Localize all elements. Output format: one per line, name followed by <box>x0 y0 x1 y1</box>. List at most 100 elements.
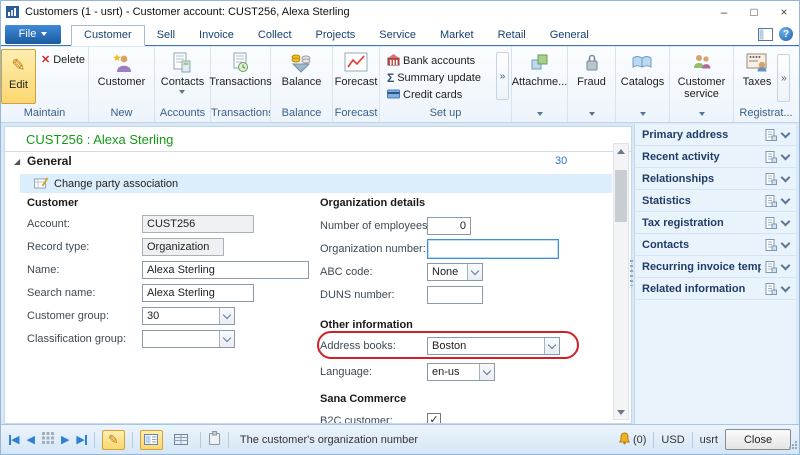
scroll-up-button[interactable] <box>614 144 628 158</box>
fraud-button[interactable]: Fraud <box>575 49 608 90</box>
chevron-down-icon[interactable] <box>781 260 791 270</box>
group-label-transactions: Transactions <box>211 106 270 122</box>
name-field[interactable]: Alexa Sterling <box>142 261 309 279</box>
combo-dropdown-button[interactable] <box>219 308 234 324</box>
grid-view-button[interactable] <box>170 430 193 450</box>
general-section-title[interactable]: General <box>27 154 72 168</box>
minimize-button[interactable]: – <box>709 1 739 23</box>
file-menu-button[interactable]: File <box>5 25 61 44</box>
chevron-down-icon[interactable] <box>781 194 791 204</box>
notifications-button[interactable]: (0) <box>618 432 646 448</box>
bell-icon <box>618 432 631 448</box>
duns-number-field[interactable] <box>427 286 483 304</box>
close-button[interactable]: Close <box>725 429 791 450</box>
section-expander-icon[interactable]: ◢ <box>14 157 20 166</box>
factbox-relationships[interactable]: Relationships <box>635 168 796 190</box>
chevron-down-icon[interactable] <box>781 216 791 226</box>
previous-record-button[interactable]: ◀ <box>26 433 34 446</box>
balance-button[interactable]: Balance <box>280 49 324 90</box>
help-icon[interactable]: ? <box>779 27 793 41</box>
registration-overflow-button[interactable]: » <box>777 54 790 102</box>
address-books-combobox[interactable]: Boston <box>427 337 560 355</box>
currency-indicator[interactable]: USD <box>661 434 684 446</box>
factbox-tax-registration[interactable]: Tax registration <box>635 212 796 234</box>
catalogs-label: Catalogs <box>621 76 664 88</box>
combo-dropdown-button[interactable] <box>544 338 559 354</box>
resize-grip[interactable] <box>789 441 798 453</box>
tab-collect[interactable]: Collect <box>246 26 304 45</box>
chevron-down-icon[interactable] <box>781 238 791 248</box>
combo-dropdown-button[interactable] <box>219 331 234 347</box>
change-party-association-button[interactable]: Change party association <box>20 174 612 193</box>
employees-field[interactable]: 0 <box>427 217 471 235</box>
b2c-customer-checkbox[interactable]: ✓ <box>427 413 441 424</box>
taxes-label: Taxes <box>743 76 772 88</box>
contacts-button[interactable]: Contacts <box>159 49 206 96</box>
tab-invoice[interactable]: Invoice <box>187 26 246 45</box>
summary-update-button[interactable]: Σ Summary update <box>384 70 484 87</box>
arrow-left-icon: ◀ <box>26 433 34 446</box>
ribbon: ✎ Edit ✕ Delete Maintain Customer Ne <box>1 47 799 123</box>
factbox-recurring-invoice-templates[interactable]: Recurring invoice templ... <box>635 256 796 278</box>
language-combobox[interactable]: en-us <box>427 363 495 381</box>
factbox-related-information[interactable]: Related information <box>635 278 796 300</box>
first-record-button[interactable]: ◀ <box>9 433 19 446</box>
factbox-contacts[interactable]: Contacts <box>635 234 796 256</box>
customer-service-button[interactable]: Customer service <box>672 49 732 102</box>
forecast-button[interactable]: Forecast <box>333 49 380 90</box>
tab-sell[interactable]: Sell <box>145 26 187 45</box>
chevron-down-icon[interactable] <box>781 128 791 138</box>
tab-market[interactable]: Market <box>428 26 486 45</box>
dropdown-caret-icon[interactable] <box>640 112 646 116</box>
dropdown-caret-icon[interactable] <box>537 112 543 116</box>
factbox-recent-activity[interactable]: Recent activity <box>635 146 796 168</box>
clipboard-button[interactable] <box>208 431 221 448</box>
last-record-button[interactable]: ▶ <box>76 433 86 446</box>
form-scrollbar[interactable] <box>613 143 629 420</box>
transactions-button[interactable]: Transactions <box>207 49 274 90</box>
attachments-button[interactable]: Attachme... <box>510 49 570 90</box>
combo-dropdown-button[interactable] <box>479 364 494 380</box>
edit-mode-button[interactable]: ✎ <box>102 430 125 450</box>
taxes-button[interactable]: Taxes <box>741 49 774 90</box>
scrollbar-thumb[interactable] <box>615 170 627 222</box>
tab-retail[interactable]: Retail <box>486 26 538 45</box>
scroll-down-button[interactable] <box>614 405 628 419</box>
dropdown-caret-icon[interactable] <box>589 112 595 116</box>
group-label-catalogs <box>616 106 669 122</box>
factbox-statistics[interactable]: Statistics <box>635 190 796 212</box>
organization-number-field[interactable] <box>427 239 559 259</box>
catalogs-button[interactable]: Catalogs <box>619 49 666 90</box>
next-record-button[interactable]: ▶ <box>61 433 69 446</box>
customer-group-combobox[interactable]: 30 <box>142 307 235 325</box>
new-customer-button[interactable]: Customer <box>96 49 148 90</box>
details-view-button[interactable] <box>140 430 163 450</box>
combo-dropdown-button[interactable] <box>467 264 482 280</box>
credit-cards-button[interactable]: Credit cards <box>384 87 465 104</box>
grid-records-button[interactable] <box>42 432 54 447</box>
dropdown-caret-icon[interactable] <box>699 112 705 116</box>
chevron-down-icon[interactable] <box>781 282 791 292</box>
factbox-label: Recurring invoice templ... <box>642 261 761 273</box>
lock-icon <box>582 51 602 75</box>
classification-group-combobox[interactable] <box>142 330 235 348</box>
tab-service[interactable]: Service <box>367 26 428 45</box>
delete-button[interactable]: ✕ Delete <box>38 51 88 68</box>
bank-accounts-button[interactable]: Bank accounts <box>384 53 478 70</box>
company-indicator[interactable]: usrt <box>700 434 718 446</box>
edit-button[interactable]: ✎ Edit <box>1 49 36 104</box>
abc-code-combobox[interactable]: None <box>427 263 483 281</box>
chevron-down-icon[interactable] <box>781 150 791 160</box>
layout-toggle-icon[interactable] <box>758 28 773 41</box>
chevron-down-icon[interactable] <box>781 172 791 182</box>
close-window-button[interactable]: × <box>769 1 799 23</box>
tab-customer[interactable]: Customer <box>71 25 145 46</box>
attachments-icon <box>529 51 551 75</box>
factbox-primary-address[interactable]: Primary address <box>635 124 796 146</box>
setup-overflow-button[interactable]: » <box>496 52 509 100</box>
tab-projects[interactable]: Projects <box>304 26 368 45</box>
search-name-field[interactable]: Alexa Sterling <box>142 284 254 302</box>
tab-general[interactable]: General <box>538 26 601 45</box>
panel-splitter-handle[interactable] <box>630 260 633 286</box>
maximize-button[interactable]: □ <box>739 1 769 23</box>
